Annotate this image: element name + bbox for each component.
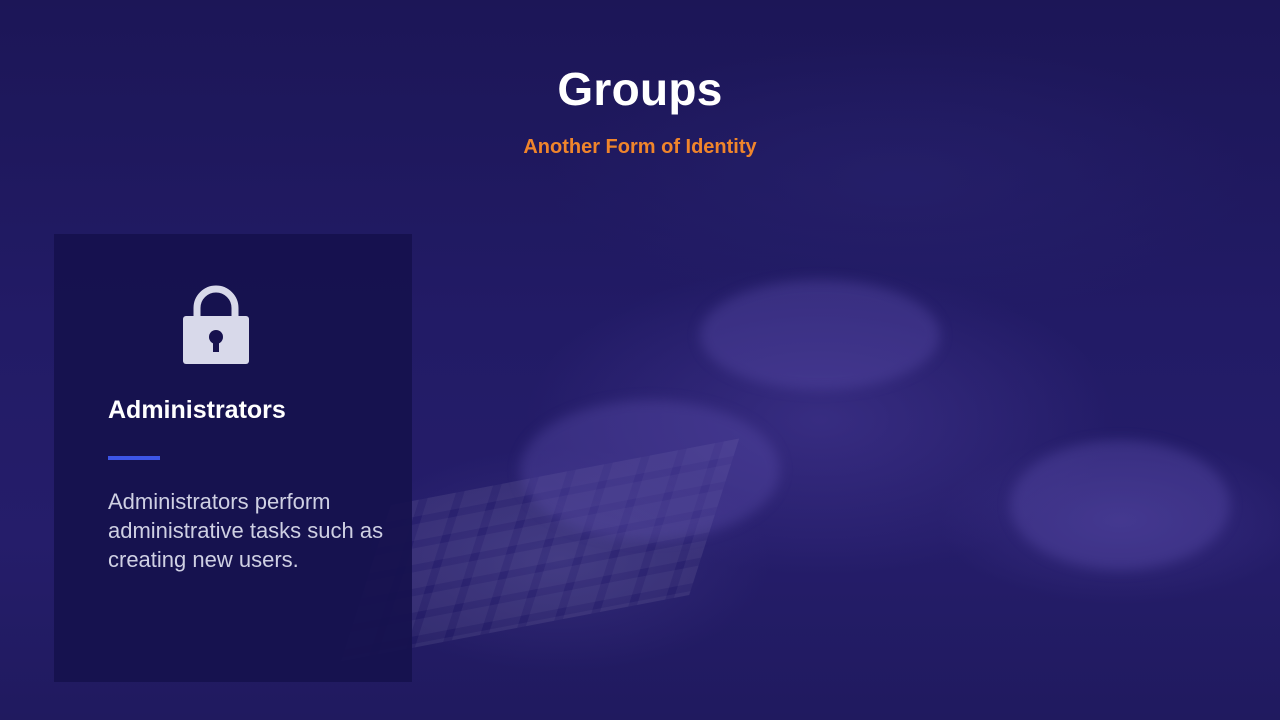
title-underline	[108, 456, 160, 460]
slide-subtitle: Another Form of Identity	[523, 136, 757, 158]
lock-icon	[183, 285, 249, 364]
slide-title: Groups	[557, 63, 723, 115]
card-description: Administrators perform administrative ta…	[108, 489, 384, 572]
card-title: Administrators	[108, 396, 286, 424]
slide: Groups Another Form of Identity Administ…	[0, 0, 1280, 720]
hand-shape	[700, 280, 940, 390]
hand-shape	[1010, 440, 1230, 570]
hand-shape	[520, 400, 780, 540]
